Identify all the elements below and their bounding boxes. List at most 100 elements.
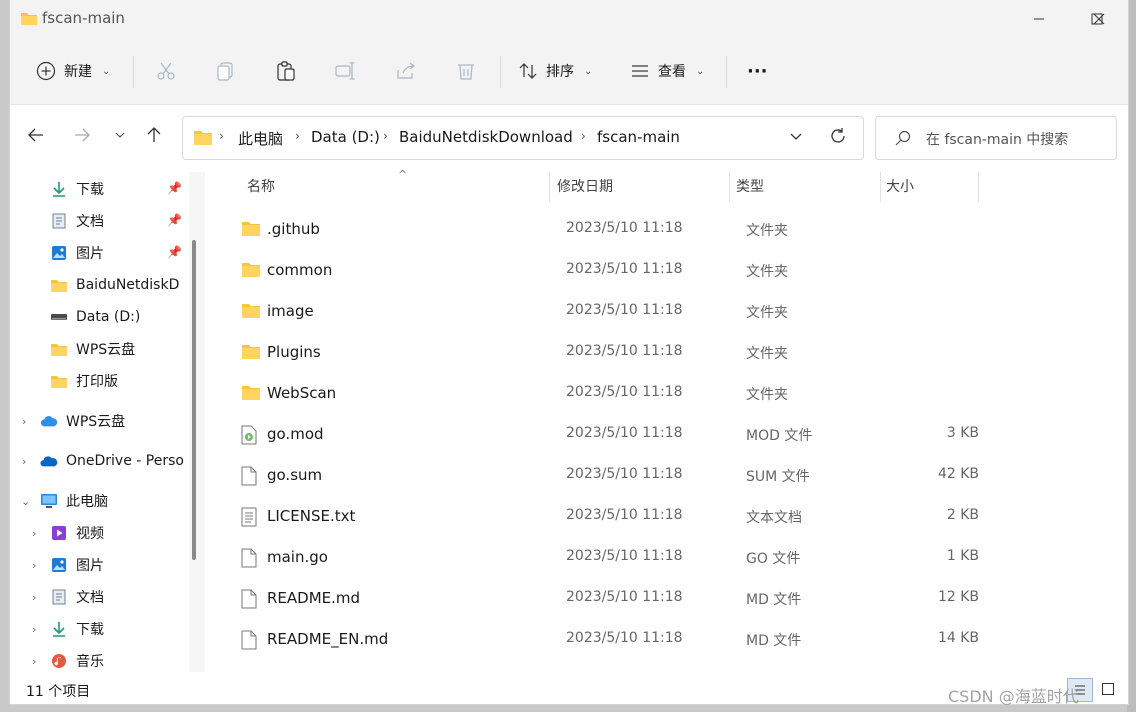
sidebar-item-downloads[interactable]: 下载 [50,175,230,203]
breadcrumb-baidu-download[interactable]: BaiduNetdiskDownload [399,128,573,146]
sidebar-item-onedrive[interactable]: OneDrive - Perso [40,447,220,475]
file-row[interactable]: image 2023/5/10 11:18 文件夹 [233,293,993,329]
new-button[interactable]: 新建 ⌄ [36,52,110,90]
sidebar-item-label: Data (D:) [76,309,141,325]
file-list: 名称 ^ 修改日期 类型 大小 .github 2023/5/10 11:18 文件… [205,168,1125,678]
folder-icon [241,343,261,361]
up-button[interactable] [142,123,166,147]
file-name: LICENSE.txt [267,507,356,525]
sidebar-item-label: 打印版 [76,374,118,390]
refresh-icon [831,128,845,143]
pin-icon[interactable]: 📌 [167,213,182,227]
refresh-button[interactable] [829,127,847,149]
column-header-type[interactable]: 类型 [736,168,764,204]
minimize-button[interactable] [1010,0,1068,38]
paste-icon[interactable] [275,60,297,82]
file-row[interactable]: main.go 2023/5/10 11:18 GO 文件 1 KB [233,539,993,575]
chevron-down-icon[interactable]: ⌄ [21,495,30,508]
file-row[interactable]: common 2023/5/10 11:18 文件夹 [233,252,993,288]
more-options-button[interactable]: ··· [747,52,768,90]
sidebar-item-pictures-pc[interactable]: 图片 [50,551,230,579]
sort-icon [519,63,537,79]
sidebar-item-videos[interactable]: 视频 [50,519,230,547]
sidebar-item-baidu-folder[interactable]: BaiduNetdiskD [50,271,230,299]
column-header-date[interactable]: 修改日期 [557,168,613,204]
close-button[interactable] [1070,0,1128,38]
column-divider[interactable] [978,172,979,202]
file-row[interactable]: LICENSE.txt 2023/5/10 11:18 文本文档 2 KB [233,498,993,534]
sidebar-item-wps-folder[interactable]: WPS云盘 [50,335,230,363]
sidebar-item-pictures[interactable]: 图片 [50,239,230,267]
chevron-right-icon[interactable]: › [32,591,36,604]
sidebar-item-label: BaiduNetdiskD [76,277,180,293]
chevron-right-icon[interactable]: › [32,527,36,540]
file-row[interactable]: go.mod 2023/5/10 11:18 MOD 文件 3 KB [233,416,993,452]
column-divider[interactable] [549,172,550,202]
sort-button[interactable]: 排序 ⌄ [518,52,592,90]
thumbnail-view-button[interactable] [1096,678,1120,700]
breadcrumb-this-pc[interactable]: 此电脑 [238,128,283,149]
folder-icon [20,11,38,30]
chevron-right-icon[interactable]: › [22,415,26,428]
address-history-button[interactable] [789,129,803,147]
file-date: 2023/5/10 11:18 [566,220,683,236]
sidebar-item-music[interactable]: 音乐 [50,647,230,675]
column-divider[interactable] [880,172,881,202]
file-row[interactable]: README_EN.md 2023/5/10 11:18 MD 文件 14 KB [233,621,993,657]
delete-icon[interactable] [455,60,477,82]
file-date: 2023/5/10 11:18 [566,343,683,359]
file-size: 14 KB [937,630,979,646]
recent-locations-button[interactable] [108,123,132,147]
file-size: 12 KB [937,589,979,605]
chevron-right-icon[interactable]: › [32,623,36,636]
file-row[interactable]: Plugins 2023/5/10 11:18 文件夹 [233,334,993,370]
file-type: 文件夹 [746,305,788,321]
file-name: README.md [267,589,361,607]
chevron-right-icon[interactable]: › [32,559,36,572]
chevron-down-icon [115,132,125,138]
view-button[interactable]: 查看 ⌄ [630,52,704,90]
share-icon[interactable] [395,60,417,82]
plus-circle-icon [36,61,56,81]
address-bar[interactable]: › 此电脑 › Data (D:) › BaiduNetdiskDownload… [182,116,864,160]
sidebar-item-documents-pc[interactable]: 文档 [50,583,230,611]
search-input[interactable]: 在 fscan-main 中搜索 [875,116,1117,160]
column-divider[interactable] [729,172,730,202]
chevron-right-icon[interactable]: › [22,455,26,468]
sidebar-item-this-pc[interactable]: 此电脑 [40,487,220,515]
rename-icon[interactable] [334,60,356,82]
column-header-name[interactable]: 名称 [247,168,275,204]
sidebar-item-label: WPS云盘 [66,414,126,430]
divider [500,56,501,88]
breadcrumb-data-drive[interactable]: Data (D:) [311,128,380,146]
chevron-right-icon[interactable]: › [32,655,36,668]
forward-button[interactable] [70,123,94,147]
cut-icon[interactable] [155,60,177,82]
drive-icon [50,308,68,326]
navigation-pane: 下载 📌 文档 📌 图片 📌 BaiduNetdiskD Data (D:) W… [10,168,198,678]
sidebar-item-print-folder[interactable]: 打印版 [50,367,230,395]
command-bar: 新建 ⌄ 排序 ⌄ 查看 ⌄ ··· [10,38,1128,105]
sidebar-item-data-drive[interactable]: Data (D:) [50,303,230,331]
picture-icon [50,556,68,574]
pin-icon[interactable]: 📌 [167,181,182,195]
folder-icon [241,302,261,320]
file-row[interactable]: .github 2023/5/10 11:18 文件夹 [233,211,993,247]
file-row[interactable]: WebScan 2023/5/10 11:18 文件夹 [233,375,993,411]
file-row[interactable]: README.md 2023/5/10 11:18 MD 文件 12 KB [233,580,993,616]
sidebar-item-downloads-pc[interactable]: 下载 [50,615,230,643]
back-button[interactable] [24,123,48,147]
view-label: 查看 [658,64,686,80]
sidebar-item-wps-cloud[interactable]: WPS云盘 [40,407,220,435]
column-header-size[interactable]: 大小 [886,168,914,204]
file-date: 2023/5/10 11:18 [566,466,683,482]
file-row[interactable]: go.sum 2023/5/10 11:18 SUM 文件 42 KB [233,457,993,493]
sidebar-item-documents[interactable]: 文档 [50,207,230,235]
list-view-icon [632,65,648,77]
pin-icon[interactable]: 📌 [167,245,182,259]
sidebar-item-label: 文档 [76,590,104,606]
file-date: 2023/5/10 11:18 [566,630,683,646]
file-size: 42 KB [937,466,979,482]
copy-icon[interactable] [215,60,237,82]
breadcrumb-fscan-main[interactable]: fscan-main [597,128,680,146]
